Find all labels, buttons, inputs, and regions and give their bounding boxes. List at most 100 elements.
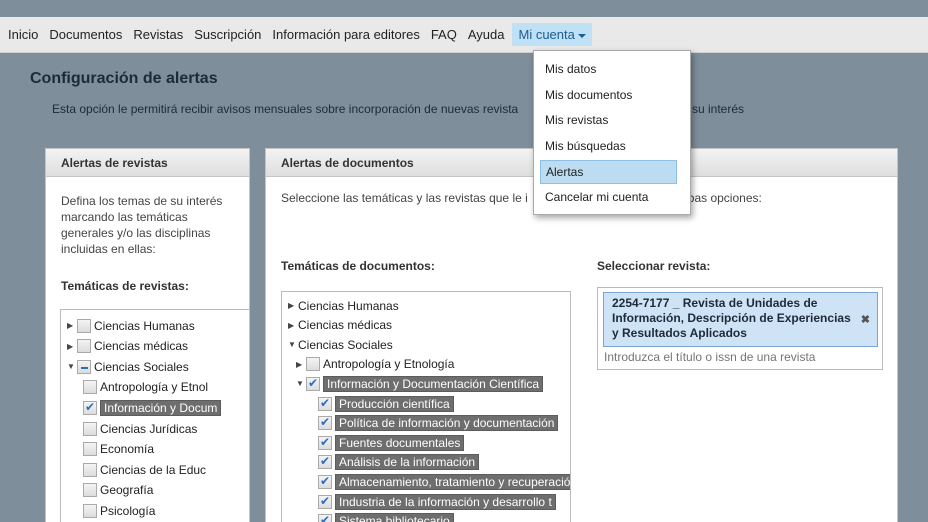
- tree-item-label: Fuentes documentales: [335, 434, 465, 451]
- tree-item-analisis-de-la-informacion[interactable]: Análisis de la información: [304, 453, 480, 472]
- collapsed-arrow-icon[interactable]: ▶: [288, 301, 298, 310]
- menu-item-mis-busquedas[interactable]: Mis búsquedas: [540, 135, 677, 159]
- menu-item-mis-datos[interactable]: Mis datos: [540, 58, 677, 82]
- journal-select[interactable]: 2254-7177 _ Revista de Unidades de Infor…: [597, 287, 883, 370]
- nav-faq[interactable]: FAQ: [431, 27, 457, 42]
- expanded-arrow-icon[interactable]: ▼: [288, 340, 298, 349]
- tree-item-label: Producción científica: [335, 395, 454, 412]
- checkbox[interactable]: [77, 339, 91, 354]
- tree-item-label: Antropología y Etnol: [100, 380, 209, 395]
- tree-item-ciencias-medicas[interactable]: ▶ Ciencias médicas: [67, 337, 188, 356]
- account-dropdown-menu: Mis datos Mis documentos Mis revistas Mis b…: [533, 50, 691, 215]
- checkbox[interactable]: [83, 421, 97, 436]
- select-journal-label: Seleccionar revista:: [597, 259, 711, 273]
- checkbox[interactable]: [318, 454, 332, 470]
- nav-inicio[interactable]: Inicio: [8, 27, 38, 42]
- journal-alerts-panel: Alertas de revistas Defina los temas de …: [45, 148, 250, 522]
- tree-item-fuentes-documentales[interactable]: Fuentes documentales: [304, 433, 465, 452]
- selected-journal-text: 2254-7177 _ Revista de Unidades de Infor…: [612, 296, 851, 340]
- tree-item-economia[interactable]: Economía: [77, 440, 154, 459]
- tree-item-ciencias-humanas[interactable]: ▶ Ciencias Humanas: [67, 316, 195, 335]
- menu-item-mis-documentos[interactable]: Mis documentos: [540, 84, 677, 108]
- tree-item-label: Economía: [100, 442, 155, 457]
- document-topics-tree: ▶ Ciencias Humanas ▶ Ciencias médicas ▼ Cienc…: [281, 291, 571, 522]
- checkbox[interactable]: [318, 396, 332, 411]
- menu-item-mis-revistas[interactable]: Mis revistas: [540, 109, 677, 133]
- expanded-arrow-icon[interactable]: ▼: [67, 362, 77, 371]
- nav-documentos[interactable]: Documentos: [49, 27, 122, 42]
- checkbox[interactable]: [318, 435, 332, 450]
- nav-suscripcion[interactable]: Suscripción: [194, 27, 261, 42]
- tree-item-label: Ciencias médicas: [94, 339, 189, 354]
- expanded-arrow-icon[interactable]: ▼: [296, 379, 306, 388]
- caret-down-icon: [577, 33, 586, 38]
- collapsed-arrow-icon[interactable]: ▶: [296, 360, 306, 369]
- tree-item-ciencias-medicas[interactable]: ▶ Ciencias médicas: [288, 316, 392, 335]
- tree-item-psicologia[interactable]: Psicología: [77, 501, 155, 520]
- tree-item-ciencias-sociales[interactable]: ▼ Ciencias Sociales: [67, 357, 189, 376]
- checkbox[interactable]: [83, 380, 97, 395]
- top-navbar: Inicio Documentos Revistas Suscripción I…: [0, 17, 928, 53]
- collapsed-arrow-icon[interactable]: ▶: [288, 321, 298, 330]
- tree-item-label: Ciencias Jurídicas: [100, 421, 198, 436]
- tree-item-ciencias-juridicas[interactable]: Ciencias Jurídicas: [77, 419, 197, 438]
- checkbox[interactable]: [318, 494, 332, 509]
- checkbox[interactable]: [77, 318, 91, 333]
- collapsed-arrow-icon[interactable]: ▶: [67, 321, 77, 330]
- checkbox[interactable]: [77, 359, 91, 374]
- tree-item-label: Sistema bibliotecario: [335, 513, 454, 522]
- tree-item-label: Ciencias Sociales: [94, 359, 189, 374]
- tree-item-label: Industria de la información y desarrollo…: [335, 493, 556, 510]
- tree-item-label: Ciencias Sociales: [298, 337, 393, 352]
- tree-item-ciencias-humanas[interactable]: ▶ Ciencias Humanas: [288, 296, 399, 315]
- nav-mi-cuenta-label: Mi cuenta: [518, 27, 575, 42]
- intro-text-end: su interés: [692, 102, 745, 116]
- tree-item-label: Información y Documentación Científica: [323, 375, 544, 392]
- document-topics-label: Temáticas de documentos:: [281, 259, 435, 273]
- checkbox[interactable]: [83, 483, 97, 498]
- tree-item-industria-de-la-informacion-y-desarrollo-t[interactable]: Industria de la información y desarrollo…: [304, 492, 556, 511]
- remove-journal-icon[interactable]: ✖: [861, 313, 870, 328]
- checkbox[interactable]: [318, 513, 332, 522]
- journal-search-input[interactable]: [604, 350, 874, 364]
- nav-mi-cuenta[interactable]: Mi cuenta: [512, 23, 592, 46]
- tree-item-label: Análisis de la información: [335, 454, 480, 471]
- journal-alerts-description: Defina los temas de su interés marcando …: [61, 194, 223, 256]
- tree-item-almacenamiento-tratamiento-y-recuperacion[interactable]: Almacenamiento, tratamiento y recuperaci…: [304, 472, 570, 491]
- tree-item-ciencias-sociales[interactable]: ▼ Ciencias Sociales: [288, 335, 393, 354]
- tree-item-antropologia-y-etnol[interactable]: Antropología y Etnol: [77, 378, 208, 397]
- tree-item-label: Geografía: [100, 483, 154, 498]
- checkbox[interactable]: [83, 442, 97, 457]
- tree-item-label: Almacenamiento, tratamiento y recuperaci…: [335, 473, 570, 490]
- checkbox[interactable]: [318, 415, 332, 431]
- tree-item-informacion-y-docum[interactable]: Información y Docum: [77, 398, 222, 417]
- nav-informacion-editores[interactable]: Información para editores: [272, 27, 419, 42]
- journal-topics-tree: ▶ Ciencias Humanas ▶ Ciencias médicas ▼ Cienc…: [60, 309, 249, 522]
- tree-item-label: Psicología: [100, 503, 156, 518]
- checkbox[interactable]: [83, 462, 97, 477]
- document-alerts-description-start: Seleccione las temáticas y las revistas …: [281, 191, 528, 205]
- tree-item-produccion-cientifica[interactable]: Producción científica: [304, 394, 454, 413]
- intro-text: Esta opción le permitirá recibir avisos …: [52, 102, 519, 116]
- tree-item-label: Ciencias Humanas: [94, 318, 195, 333]
- menu-item-cancelar-mi-cuenta[interactable]: Cancelar mi cuenta: [540, 186, 677, 210]
- tree-item-geografia[interactable]: Geografía: [77, 481, 153, 500]
- tree-item-label: Política de información y documentación: [335, 415, 559, 432]
- menu-item-alertas[interactable]: Alertas: [540, 160, 677, 184]
- checkbox[interactable]: [318, 474, 332, 489]
- tree-item-antropologia-y-etnologia[interactable]: ▶ Antropología y Etnología: [296, 355, 454, 374]
- checkbox[interactable]: [306, 376, 320, 391]
- journal-topics-label: Temáticas de revistas:: [61, 279, 189, 293]
- nav-revistas[interactable]: Revistas: [133, 27, 183, 42]
- checkbox[interactable]: [306, 357, 320, 372]
- checkbox[interactable]: [83, 400, 97, 415]
- tree-item-label: Ciencias médicas: [298, 318, 393, 333]
- collapsed-arrow-icon[interactable]: ▶: [67, 342, 77, 351]
- checkbox[interactable]: [83, 503, 97, 518]
- tree-item-informacion-y-documentacion-cientifica[interactable]: ▼ Información y Documentación Científica: [296, 374, 544, 393]
- tree-item-sistema-bibliotecario[interactable]: Sistema bibliotecario: [304, 512, 454, 522]
- tree-item-label: Ciencias de la Educ: [100, 462, 207, 477]
- tree-item-ciencias-de-la-educ[interactable]: Ciencias de la Educ: [77, 460, 206, 479]
- nav-ayuda[interactable]: Ayuda: [468, 27, 505, 42]
- tree-item-politica-de-informacion-y-documentacion[interactable]: Política de información y documentación: [304, 414, 559, 433]
